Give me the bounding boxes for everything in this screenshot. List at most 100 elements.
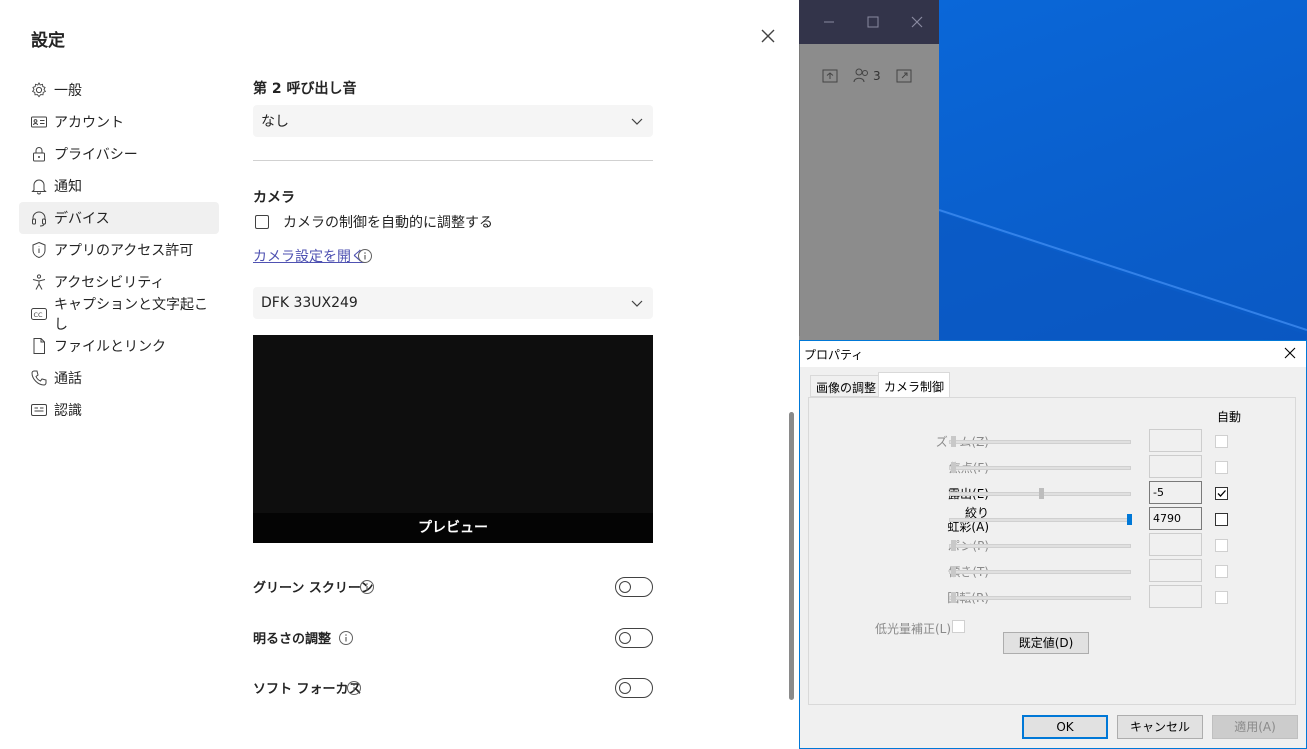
participant-count: 3 (873, 69, 881, 83)
shield-icon (30, 241, 48, 259)
camera-preview: プレビュー (253, 335, 653, 543)
teams-call-toolbar: 3 (799, 44, 939, 336)
settings-nav: 一般アカウントプライバシー 通知デバイスアプリのアクセス許可アクセシビリティ CC キ… (19, 74, 219, 426)
exposure-slider-thumb[interactable] (1039, 488, 1044, 499)
toggle-knob (619, 682, 631, 694)
low-light-checkbox[interactable] (952, 620, 965, 633)
sidebar-item-label: 認識 (54, 403, 82, 419)
sidebar-item[interactable]: ファイルとリンク (19, 330, 219, 362)
cancel-button[interactable]: キャンセル (1117, 715, 1203, 739)
soft-focus-toggle[interactable] (615, 678, 653, 698)
chevron-down-icon (629, 113, 645, 129)
info-icon[interactable] (359, 579, 375, 595)
close-icon[interactable] (756, 24, 780, 48)
dialog-title: プロパティ (804, 348, 864, 362)
iris-value[interactable]: 4790 (1149, 507, 1202, 530)
exposure-value[interactable]: -5 (1149, 481, 1202, 504)
open-camera-settings-link[interactable]: カメラ設定を開く (253, 246, 365, 266)
divider (253, 160, 653, 161)
info-icon[interactable] (338, 630, 354, 646)
sidebar-item[interactable]: 通話 (19, 362, 219, 394)
zoom-slider-thumb (951, 436, 956, 447)
sidebar-item-label: プライバシー (54, 147, 138, 163)
close-icon[interactable] (907, 12, 927, 32)
sidebar-item-label: 通知 (54, 179, 82, 195)
tilt-slider (949, 570, 1131, 574)
roll-auto-checkbox (1215, 591, 1228, 604)
sidebar-item-label: 通話 (54, 371, 82, 387)
iris-auto-checkbox[interactable] (1215, 513, 1228, 526)
teams-titlebar (799, 0, 939, 44)
zoom-value (1149, 429, 1202, 452)
headset-icon (30, 209, 48, 227)
roll-slider-thumb (951, 592, 956, 603)
ok-button[interactable]: OK (1022, 715, 1108, 739)
sidebar-item-label: デバイス (54, 211, 110, 227)
pan-auto-checkbox (1215, 539, 1228, 552)
closed-caption-icon: CC (30, 305, 48, 323)
roll-slider (949, 596, 1131, 600)
maximize-icon[interactable] (863, 12, 883, 32)
green-screen-toggle[interactable] (615, 577, 653, 597)
pan-value (1149, 533, 1202, 556)
focus-slider (949, 466, 1131, 470)
sidebar-item-label: 一般 (54, 83, 82, 99)
file-icon (30, 337, 48, 355)
lock-icon (30, 145, 48, 163)
tilt-auto-checkbox (1215, 565, 1228, 578)
focus-value (1149, 455, 1202, 478)
iris-slider[interactable] (949, 518, 1131, 522)
scrollbar-thumb[interactable] (789, 412, 794, 700)
info-icon[interactable] (357, 248, 373, 264)
zoom-slider (949, 440, 1131, 444)
auto-header: 自動 (1217, 410, 1242, 424)
sidebar-item[interactable]: アカウント (19, 106, 219, 138)
sidebar-item-label: アクセシビリティ (54, 275, 165, 291)
toggle-knob (619, 632, 631, 644)
sidebar-item[interactable]: 一般 (19, 74, 219, 106)
svg-text:CC: CC (34, 311, 44, 319)
pan-slider-thumb (951, 540, 956, 551)
tab-image-adjust[interactable]: 画像の調整 (810, 375, 883, 397)
second-ringtone-dropdown[interactable]: なし (253, 105, 653, 137)
minimize-icon[interactable] (819, 12, 839, 32)
chevron-down-icon (629, 295, 645, 311)
dialog-titlebar: プロパティ (800, 341, 1306, 367)
sidebar-item-label: ファイルとリンク (54, 339, 166, 355)
sidebar-item[interactable]: アプリのアクセス許可 (19, 234, 219, 266)
focus-auto-checkbox (1215, 461, 1228, 474)
default-button[interactable]: 既定値(D) (1003, 632, 1089, 654)
sidebar-item[interactable]: CC キャプションと文字起こし (19, 297, 219, 333)
tab-camera-control[interactable]: カメラ制御 (878, 372, 951, 398)
brightness-adjust-toggle[interactable] (615, 628, 653, 648)
sidebar-item[interactable]: 認識 (19, 394, 219, 426)
sidebar-item-label: アカウント (54, 115, 124, 131)
second-ringtone-value: なし (261, 114, 289, 130)
iris-slider-thumb[interactable] (1127, 514, 1132, 525)
accessibility-icon (30, 273, 48, 291)
toggle-knob (619, 581, 631, 593)
info-icon[interactable] (346, 680, 362, 696)
roll-value (1149, 585, 1202, 608)
settings-title: 設定 (31, 31, 65, 51)
green-screen-label: グリーン スクリーン (253, 581, 374, 596)
sidebar-item[interactable]: デバイス (19, 202, 219, 234)
close-icon[interactable] (1282, 345, 1298, 361)
properties-dialog: プロパティ 画像の調整 カメラ制御 自動 ズーム(Z)焦点(F)露出(E)-5絞… (799, 340, 1307, 749)
camera-device-dropdown[interactable]: DFK 33UX249 (253, 287, 653, 319)
brightness-adjust-label: 明るさの調整 (253, 632, 332, 647)
participants-icon[interactable] (852, 66, 872, 86)
tilt-slider-thumb (951, 566, 956, 577)
exposure-auto-checkbox[interactable] (1215, 487, 1228, 500)
tilt-value (1149, 559, 1202, 582)
apply-button[interactable]: 適用(A) (1212, 715, 1298, 739)
camera-auto-adjust-checkbox[interactable] (255, 215, 269, 229)
share-icon[interactable] (820, 66, 840, 86)
recognition-icon (30, 401, 48, 419)
focus-slider-thumb (951, 462, 956, 473)
camera-label: カメラ (253, 190, 295, 206)
popout-icon[interactable] (894, 66, 914, 86)
sidebar-item[interactable]: プライバシー (19, 138, 219, 170)
zoom-auto-checkbox (1215, 435, 1228, 448)
sidebar-item[interactable]: 通知 (19, 170, 219, 202)
